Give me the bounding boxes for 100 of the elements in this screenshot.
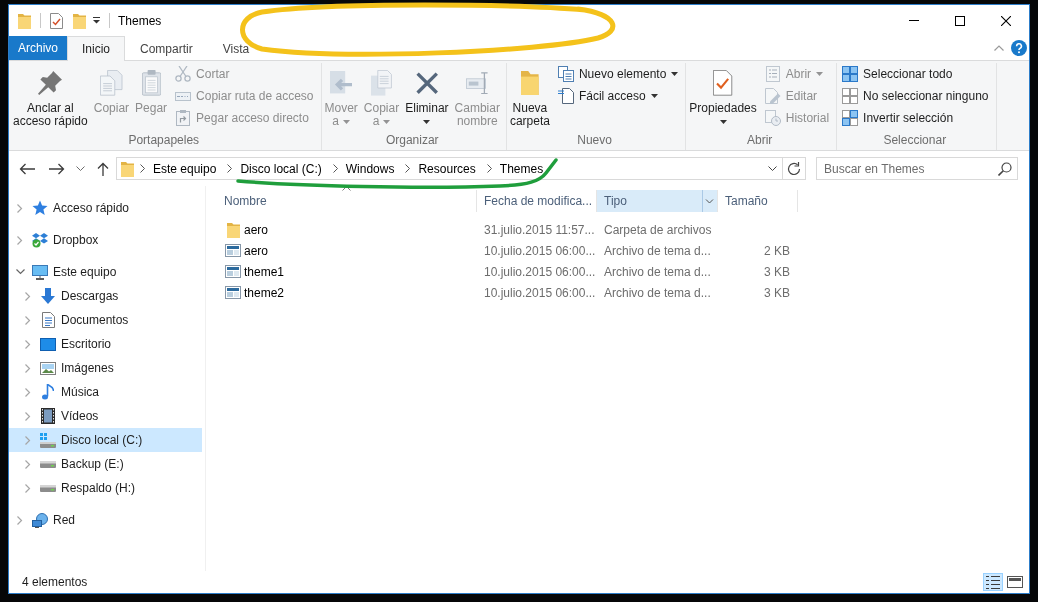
down-arrow-icon — [41, 288, 55, 304]
tree-item[interactable]: Vídeos — [9, 404, 202, 428]
chevron-down-icon[interactable] — [768, 166, 777, 171]
monitor-icon — [32, 264, 48, 280]
cross-icon — [415, 71, 439, 95]
column-header[interactable]: Tamaño — [718, 190, 798, 212]
ribbon-button[interactable]: Invertir selección — [839, 107, 958, 129]
modified-date: 10.julio.2015 06:00... — [484, 264, 596, 279]
chevron-right-icon[interactable] — [140, 164, 145, 173]
close-icon[interactable] — [1001, 15, 1011, 26]
file-name[interactable]: theme1 — [244, 264, 285, 279]
refresh-icon — [787, 161, 801, 176]
checked-page-icon[interactable] — [50, 12, 63, 29]
tree-item[interactable]: Descargas — [9, 284, 202, 308]
copy-pages-icon — [371, 70, 392, 96]
file-name[interactable]: theme2 — [244, 285, 285, 300]
help-icon[interactable] — [1011, 40, 1027, 56]
music-note-icon — [42, 384, 54, 400]
chevron-right-icon[interactable] — [486, 164, 492, 173]
page-icon — [557, 88, 574, 104]
address-bar[interactable]: Este equipo Disco local (C:) Windows Resources Themes — [116, 157, 783, 180]
tree-item[interactable]: Documentos — [9, 308, 202, 332]
ribbon-button[interactable]: Eliminar — [402, 63, 452, 130]
tree-item[interactable]: Respaldo (H:) — [9, 476, 202, 500]
list-page-icon — [765, 66, 780, 82]
details-list-icon — [986, 575, 1000, 589]
boxes-check-icon — [32, 232, 48, 248]
ribbon-button[interactable]: Fácil acceso — [554, 85, 662, 107]
ribbon-button[interactable]: Nueva carpeta — [506, 63, 553, 130]
ribbon-button[interactable]: Nuevo elemento — [554, 63, 683, 85]
tree-item[interactable]: Disco local (C:) — [9, 428, 202, 452]
column-header[interactable]: Tipo — [597, 190, 718, 212]
ribbon-button[interactable]: Propiedades — [686, 63, 760, 130]
column-header[interactable]: Nombre — [216, 190, 477, 212]
refresh-button[interactable] — [783, 157, 806, 180]
file-name[interactable]: aero — [244, 243, 269, 258]
chevron-up-icon[interactable] — [994, 45, 1004, 51]
tree-item[interactable]: Red — [9, 508, 202, 532]
file-type: Carpeta de archivos — [604, 222, 712, 237]
tree-item[interactable]: Escritorio — [9, 332, 202, 356]
file-type: Archivo de tema d... — [604, 285, 711, 300]
modified-date: 10.julio.2015 06:00... — [484, 285, 596, 300]
document-icon — [41, 312, 55, 328]
picture-frame-icon — [1007, 576, 1023, 588]
film-strip-icon — [41, 408, 55, 424]
drive-icon — [40, 432, 56, 448]
chevron-right-icon[interactable] — [332, 164, 338, 173]
maximize-icon[interactable] — [955, 15, 965, 26]
stacked-pages-icon — [557, 66, 574, 82]
tree-item[interactable]: Backup (E:) — [9, 452, 202, 476]
view-button[interactable] — [1005, 573, 1025, 591]
breadcrumb[interactable]: Themes — [494, 158, 549, 179]
clock-page-icon — [764, 110, 781, 126]
tree-item[interactable]: Imágenes — [9, 356, 202, 380]
ribbon-tab[interactable]: Compartir — [125, 36, 208, 60]
pencil-page-icon — [764, 88, 781, 104]
view-button[interactable] — [983, 573, 1003, 591]
file-size: 2 KB — [764, 243, 790, 258]
drive-icon — [40, 460, 56, 468]
forward-arrow-icon[interactable] — [49, 162, 65, 175]
window-thumbnail-icon — [225, 286, 241, 299]
ribbon-tab[interactable]: Inicio — [67, 36, 126, 61]
up-arrow-icon[interactable] — [97, 161, 109, 176]
chevron-down-icon[interactable] — [76, 166, 85, 171]
checked-page-icon — [713, 70, 733, 96]
mixed-grid-icon — [842, 110, 859, 126]
tree-item[interactable]: Acceso rápido — [9, 196, 202, 220]
star-icon — [32, 200, 48, 216]
ribbon-button[interactable]: No seleccionar ninguno — [839, 85, 993, 107]
tree-item[interactable]: Este equipo — [9, 260, 202, 284]
copy-pages-icon — [100, 70, 123, 96]
page-arrow-icon — [330, 71, 353, 95]
breadcrumb[interactable]: Este equipo — [148, 158, 222, 179]
breadcrumb[interactable]: Windows — [340, 158, 400, 179]
tree-item[interactable]: Dropbox — [9, 228, 202, 252]
chevron-down-icon[interactable] — [16, 269, 25, 275]
breadcrumb[interactable]: Disco local (C:) — [235, 158, 327, 179]
ribbon-button[interactable]: Seleccionar todo — [839, 63, 957, 85]
file-name[interactable]: aero — [244, 222, 269, 237]
window-thumbnail-icon — [225, 265, 241, 278]
screen-icon — [40, 337, 56, 351]
picture-icon — [40, 361, 56, 375]
chevron-right-icon[interactable] — [227, 164, 233, 173]
ribbon-tab[interactable]: Vista — [207, 36, 265, 60]
search-icon[interactable] — [998, 161, 1012, 176]
back-arrow-icon[interactable] — [19, 162, 35, 175]
clipboard-icon — [141, 70, 161, 96]
modified-date: 10.julio.2015 06:00... — [484, 243, 596, 258]
file-type: Archivo de tema d... — [604, 243, 711, 258]
chevron-right-icon[interactable] — [405, 164, 411, 173]
file-tab[interactable]: Archivo — [9, 36, 67, 60]
tree-item[interactable]: Música — [9, 380, 202, 404]
file-size: 3 KB — [764, 264, 790, 279]
ribbon-button[interactable]: Anclar al acceso rápido — [10, 63, 91, 130]
breadcrumb[interactable]: Resources — [413, 158, 481, 179]
search-input[interactable]: Buscar en Themes — [824, 159, 994, 178]
caret-down-icon[interactable] — [93, 17, 100, 24]
search-field[interactable]: Buscar en Themes — [816, 157, 1018, 180]
window-thumbnail-icon — [225, 244, 241, 257]
group-label: Abrir — [747, 133, 773, 147]
